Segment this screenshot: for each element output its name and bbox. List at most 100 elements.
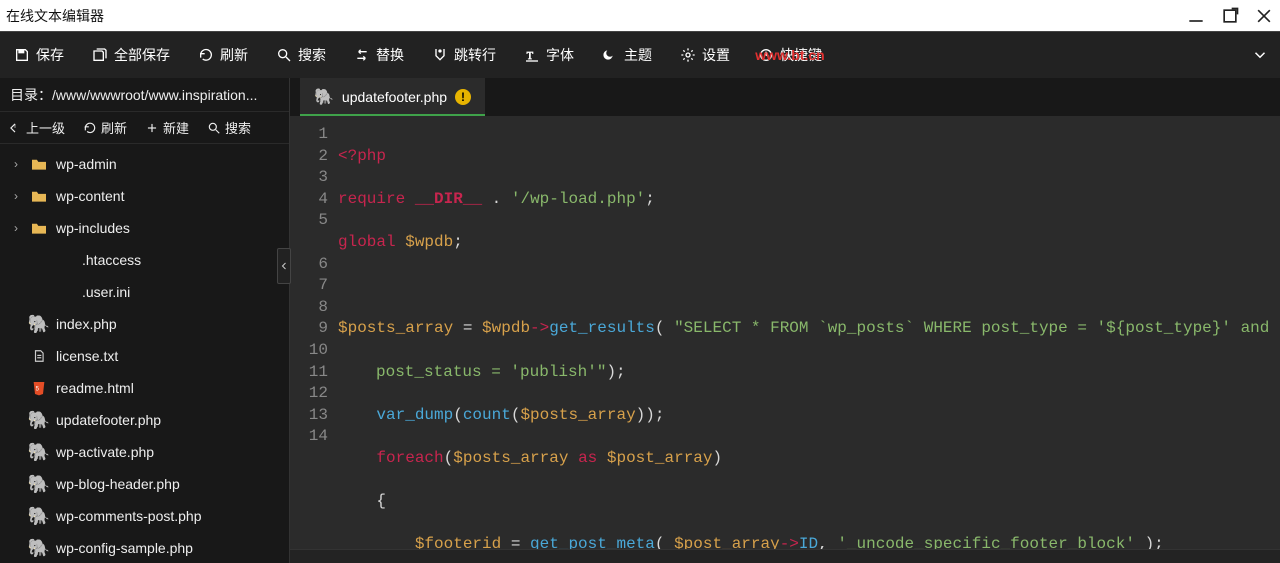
close-icon[interactable] — [1254, 6, 1274, 26]
folder-row[interactable]: › wp-content — [0, 180, 289, 212]
php-icon: 🐘 — [30, 475, 48, 493]
file-row[interactable]: 🐘 index.php — [0, 308, 289, 340]
tab-label: updatefooter.php — [342, 89, 447, 105]
line-number: 2 — [290, 146, 328, 168]
php-icon: 🐘 — [30, 507, 48, 525]
file-name-label: wp-blog-header.php — [56, 476, 180, 492]
sidebar-refresh-label: 刷新 — [101, 118, 127, 137]
expand-chevron-icon[interactable]: › — [10, 221, 22, 235]
settings-button[interactable]: 设置 — [666, 32, 744, 78]
line-number: 11 — [290, 362, 328, 384]
file-name-label: wp-config-sample.php — [56, 540, 193, 556]
file-name-label: wp-comments-post.php — [56, 508, 202, 524]
current-path[interactable]: 目录：/www/wwwroot/www.inspiration... — [0, 78, 289, 112]
blank-icon — [56, 283, 74, 301]
line-number: 14 — [290, 426, 328, 448]
horizontal-scrollbar[interactable] — [290, 549, 1280, 563]
replace-button[interactable]: 替换 — [340, 32, 418, 78]
search-label: 搜索 — [298, 45, 326, 65]
file-row[interactable]: .htaccess — [0, 244, 289, 276]
sidebar-search-button[interactable]: 搜索 — [207, 118, 251, 137]
file-row[interactable]: 🐘wp-activate.php — [0, 436, 289, 468]
php-icon: 🐘 — [30, 539, 48, 557]
toolbar-more-button[interactable] — [1240, 32, 1280, 78]
folder-row[interactable]: › wp-includes — [0, 212, 289, 244]
line-number: 6 — [290, 254, 328, 276]
file-row[interactable]: 🐘 updatefooter.php — [0, 404, 289, 436]
goto-line-button[interactable]: 跳转行 — [418, 32, 510, 78]
sidebar-refresh-button[interactable]: 刷新 — [83, 118, 127, 137]
line-number: 1 — [290, 124, 328, 146]
line-number: 3 — [290, 167, 328, 189]
shortcut-button[interactable]: 快捷键 www.bt.cn — [744, 32, 836, 78]
settings-label: 设置 — [702, 45, 730, 65]
file-name-label: wp-content — [56, 188, 124, 204]
file-name-label: wp-admin — [56, 156, 117, 172]
folder-row[interactable]: › wp-admin — [0, 148, 289, 180]
file-name-label: .user.ini — [82, 284, 130, 300]
line-number: 10 — [290, 340, 328, 362]
line-number: 13 — [290, 405, 328, 427]
save-all-label: 全部保存 — [114, 45, 170, 65]
shortcut-label: 快捷键 — [780, 45, 822, 65]
warning-icon: ! — [455, 89, 471, 105]
code-editor[interactable]: 1234567891011121314 <?php require __DIR_… — [290, 116, 1280, 549]
theme-button[interactable]: 主题 — [588, 32, 666, 78]
file-name-label: license.txt — [56, 348, 118, 364]
line-number: 8 — [290, 297, 328, 319]
file-row[interactable]: 🐘 wp-comments-post.php — [0, 500, 289, 532]
sidebar-collapse-handle[interactable] — [277, 248, 291, 284]
file-name-label: index.php — [56, 316, 117, 332]
php-icon: 🐘 — [30, 411, 48, 429]
expand-chevron-icon[interactable]: › — [10, 189, 22, 203]
up-level-button[interactable]: 上一级 — [8, 118, 65, 137]
expand-chevron-icon[interactable]: › — [10, 157, 22, 171]
save-button[interactable]: 保存 — [0, 32, 78, 78]
code-content[interactable]: <?php require __DIR__ . '/wp-load.php'; … — [334, 116, 1280, 549]
tabs-bar: 🐘 updatefooter.php ! — [290, 78, 1280, 116]
title-bar: 在线文本编辑器 — [0, 0, 1280, 32]
search-button[interactable]: 搜索 — [262, 32, 340, 78]
file-row[interactable]: 🐘 wp-blog-header.php — [0, 468, 289, 500]
editor-area: 🐘 updatefooter.php ! 1234567891011121314… — [290, 78, 1280, 563]
tab-updatefooter[interactable]: 🐘 updatefooter.php ! — [300, 78, 485, 116]
file-name-label: readme.html — [56, 380, 134, 396]
refresh-button[interactable]: 刷新 — [184, 32, 262, 78]
window-title: 在线文本编辑器 — [6, 6, 1186, 26]
php-icon: 🐘 — [314, 87, 334, 107]
file-row[interactable]: 🐘 wp-config-sample.php — [0, 532, 289, 563]
font-button[interactable]: T 字体 — [510, 32, 588, 78]
sidebar-search-label: 搜索 — [225, 118, 251, 137]
file-name-label: .htaccess — [82, 252, 141, 268]
line-number — [290, 232, 328, 254]
folder-icon — [30, 187, 48, 205]
html-icon: 5 — [30, 379, 48, 397]
main-split: 目录：/www/wwwroot/www.inspiration... 上一级 刷… — [0, 78, 1280, 563]
file-row[interactable]: license.txt — [0, 340, 289, 372]
file-row[interactable]: 5 readme.html — [0, 372, 289, 404]
new-button[interactable]: 新建 — [145, 118, 189, 137]
save-all-button[interactable]: 全部保存 — [78, 32, 184, 78]
folder-icon — [30, 219, 48, 237]
file-row[interactable]: .user.ini — [0, 276, 289, 308]
main-toolbar: 保存 全部保存 刷新 搜索 替换 跳转行 T 字体 主题 设置 快捷键 www.… — [0, 32, 1280, 78]
theme-label: 主题 — [624, 45, 652, 65]
minimize-icon[interactable] — [1186, 6, 1206, 26]
new-label: 新建 — [163, 118, 189, 137]
folder-icon — [30, 155, 48, 173]
line-gutter: 1234567891011121314 — [290, 116, 334, 549]
sidebar-toolbar: 上一级 刷新 新建 搜索 — [0, 112, 289, 144]
line-number: 9 — [290, 318, 328, 340]
file-tree: › wp-admin › wp-content › wp-includes .htacces… — [0, 144, 289, 563]
line-number: 12 — [290, 383, 328, 405]
save-label: 保存 — [36, 45, 64, 65]
file-name-label: wp-includes — [56, 220, 130, 236]
file-name-label: updatefooter.php — [56, 412, 161, 428]
refresh-label: 刷新 — [220, 45, 248, 65]
font-label: 字体 — [546, 45, 574, 65]
sidebar: 目录：/www/wwwroot/www.inspiration... 上一级 刷… — [0, 78, 290, 563]
line-number: 5 — [290, 210, 328, 232]
php-icon: 🐘 — [30, 315, 48, 333]
replace-label: 替换 — [376, 45, 404, 65]
maximize-icon[interactable] — [1220, 6, 1240, 26]
